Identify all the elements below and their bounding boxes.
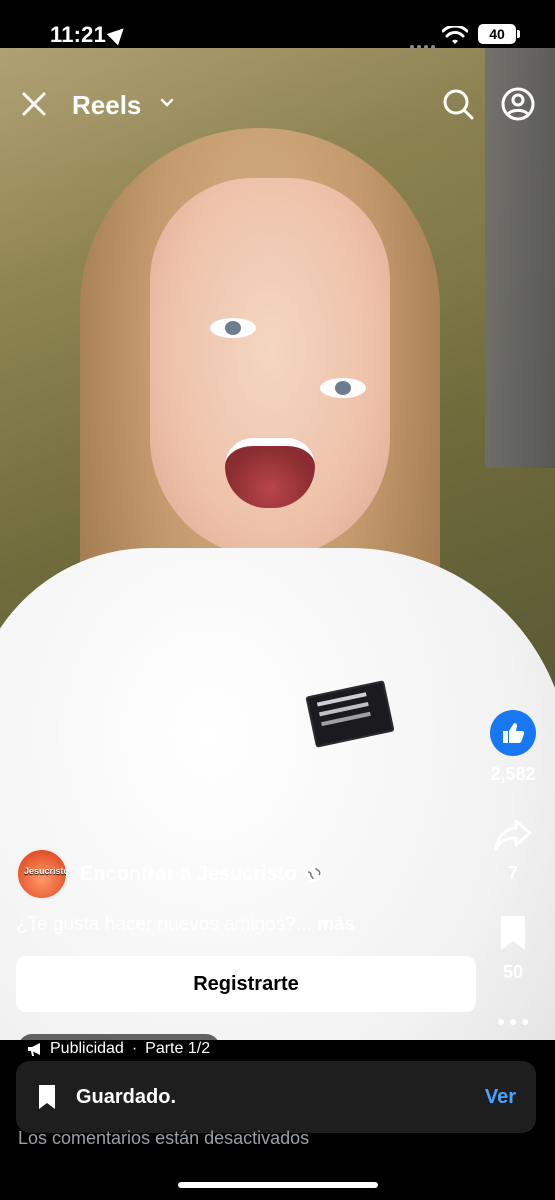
status-bar: 11:21 40 xyxy=(0,0,555,49)
share-action[interactable]: 7 xyxy=(483,813,543,884)
save-action[interactable]: 50 xyxy=(483,912,543,983)
toast-view-link[interactable]: Ver xyxy=(485,1086,516,1109)
register-button[interactable]: Registrarte xyxy=(16,956,476,1012)
right-eye xyxy=(320,378,366,398)
more-action[interactable] xyxy=(483,1011,543,1025)
like-action[interactable]: 2,582 xyxy=(483,710,543,785)
author-avatar[interactable] xyxy=(16,848,68,900)
home-indicator[interactable] xyxy=(178,1182,378,1188)
reels-topbar: Reels xyxy=(0,80,555,130)
bookmark-icon[interactable] xyxy=(492,912,534,954)
profile-icon[interactable] xyxy=(500,86,536,122)
close-icon[interactable] xyxy=(18,88,50,120)
thumbs-up-icon xyxy=(503,723,525,743)
caption[interactable]: ¿Te gusta hacer nuevos amigos?... más xyxy=(16,914,355,936)
signal-dots-icon xyxy=(410,36,438,54)
battery-indicator: 40 xyxy=(478,24,520,44)
status-time: 11:21 xyxy=(50,22,107,47)
share-icon[interactable] xyxy=(492,813,534,855)
action-rail: 2,582 7 50 xyxy=(483,710,543,1053)
like-button[interactable] xyxy=(490,710,536,756)
more-options-icon[interactable] xyxy=(498,1019,528,1025)
left-eye xyxy=(210,318,256,338)
ad-label: Publicidad xyxy=(50,1040,124,1057)
location-icon xyxy=(106,22,130,46)
ad-separator: · xyxy=(131,1040,138,1057)
ad-part: Parte 1/2 xyxy=(145,1040,211,1057)
caption-more-link[interactable]: más xyxy=(317,914,355,935)
author-name[interactable]: Encontrar a Jesucristo xyxy=(80,863,297,886)
saved-toast: Guardado. Ver xyxy=(16,1061,536,1133)
reels-title[interactable]: Reels xyxy=(72,90,141,121)
megaphone-icon xyxy=(28,1043,40,1056)
toast-message: Guardado. xyxy=(76,1085,177,1108)
search-icon[interactable] xyxy=(440,86,476,122)
like-count: 2,582 xyxy=(490,764,536,784)
chevron-down-icon[interactable] xyxy=(160,96,174,110)
share-count: 7 xyxy=(507,863,518,883)
globe-icon xyxy=(305,866,322,882)
wifi-icon xyxy=(442,26,468,44)
caption-text: ¿Te gusta hacer nuevos amigos?... xyxy=(16,914,312,935)
save-count: 50 xyxy=(502,962,524,982)
comments-disabled-text: Los comentarios están desactivados xyxy=(18,1128,310,1148)
author-row[interactable]: Encontrar a Jesucristo xyxy=(16,848,323,900)
bookmark-icon xyxy=(39,1085,55,1109)
sponsored-pill: Publicidad · Parte 1/2 xyxy=(18,1034,221,1064)
